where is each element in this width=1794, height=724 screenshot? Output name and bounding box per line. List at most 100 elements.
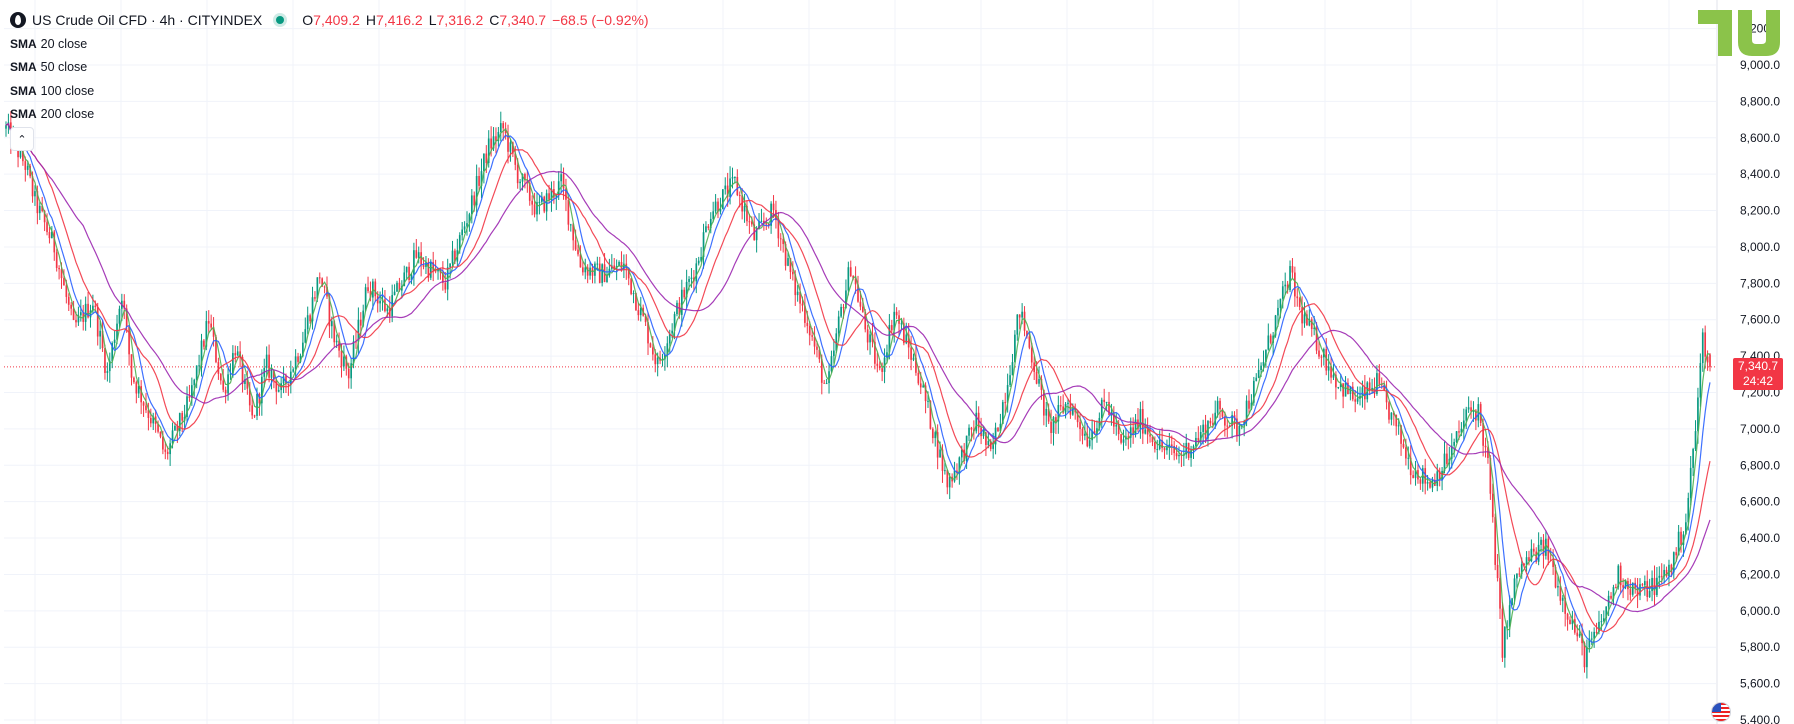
open-label: O <box>302 12 314 28</box>
low-label: L <box>428 12 437 28</box>
candle-body <box>38 205 41 214</box>
price-tick-label: 8,200.0 <box>1740 204 1780 218</box>
candle-body <box>772 203 775 211</box>
candle-body <box>1267 335 1270 350</box>
candle-body <box>396 282 398 292</box>
symbol-title[interactable]: US Crude Oil CFD · 4h · CITYINDEX <box>32 12 262 28</box>
candle-body <box>386 308 389 312</box>
candle-body <box>1576 632 1579 637</box>
candle-body <box>1540 539 1542 545</box>
candle-body <box>649 343 652 348</box>
indicator-sma-100[interactable]: SMA 100 close <box>10 79 649 103</box>
us-flag-icon[interactable] <box>1711 702 1731 722</box>
candle-body <box>130 354 133 378</box>
collapse-legend-button[interactable]: ⌃ <box>10 127 34 151</box>
price-tick-label: 9,000.0 <box>1740 58 1780 72</box>
candle-body <box>1680 531 1682 545</box>
candle-body <box>478 175 480 186</box>
candle-body <box>1050 421 1052 434</box>
tradingview-logo[interactable] <box>1698 10 1784 56</box>
price-tick-label: 5,400.0 <box>1740 713 1780 724</box>
candle-body <box>297 356 299 362</box>
candle-body <box>1154 442 1156 450</box>
candle-body <box>193 379 196 386</box>
candle-body <box>987 440 990 445</box>
indicator-sma-20[interactable]: SMA 20 close <box>10 32 649 56</box>
candle-body <box>1018 314 1021 318</box>
candle-body <box>5 125 7 129</box>
candle-body <box>1494 517 1497 565</box>
candle-body <box>823 382 826 384</box>
candle-body <box>1516 573 1518 579</box>
candle-body <box>1354 399 1357 402</box>
candle-body <box>721 189 724 209</box>
candle-body <box>133 377 135 383</box>
candle-body <box>734 177 736 179</box>
candle-body <box>1175 453 1178 457</box>
candle-body <box>485 153 488 164</box>
candle-body <box>919 383 922 388</box>
candle-body <box>1615 587 1617 589</box>
candle-body <box>1569 619 1571 625</box>
candle-body <box>1446 453 1448 464</box>
candle-body <box>1257 370 1260 378</box>
candle-body <box>1513 578 1516 599</box>
candlestick-series <box>5 111 1711 679</box>
candle-body <box>1139 408 1142 430</box>
candle-body <box>1402 443 1405 448</box>
candle-body <box>743 205 746 212</box>
high-label: H <box>365 12 376 28</box>
candle-body <box>683 289 686 298</box>
bar-countdown: 24:42 <box>1742 374 1774 388</box>
candle-body <box>676 302 678 315</box>
indicator-sma-50[interactable]: SMA 50 close <box>10 56 649 80</box>
candle-body <box>422 264 425 267</box>
candle-body <box>1356 398 1359 402</box>
candle-body <box>777 220 780 239</box>
candle-body <box>968 427 970 436</box>
candle-body <box>1134 419 1137 435</box>
candle-body <box>1467 407 1470 410</box>
candle-body <box>1465 409 1468 421</box>
candle-body <box>1337 387 1340 389</box>
candle-body <box>99 330 101 337</box>
candle-body <box>1590 638 1593 640</box>
candle-body <box>811 335 813 337</box>
candle-body <box>765 223 768 225</box>
indicator-kind: SMA <box>10 36 37 51</box>
candle-body <box>1648 591 1651 598</box>
candle-body <box>1100 399 1103 418</box>
symbol-header[interactable]: US Crude Oil CFD · 4h · CITYINDEX O 7,409… <box>10 8 649 32</box>
candle-body <box>1016 314 1019 335</box>
candle-body <box>145 405 147 411</box>
candle-body <box>159 431 162 437</box>
candle-body <box>26 166 29 170</box>
candle-body <box>837 316 840 334</box>
candle-body <box>601 264 604 283</box>
candle-body <box>1344 382 1347 397</box>
candle-body <box>1689 467 1692 498</box>
candle-body <box>878 365 881 369</box>
candle-body <box>997 427 999 432</box>
candle-body <box>1491 493 1494 518</box>
candle-body <box>637 310 640 316</box>
candle-body <box>198 365 200 367</box>
candle-body <box>538 201 541 203</box>
candle-body <box>306 315 309 330</box>
candle-body <box>1004 402 1007 404</box>
candle-body <box>724 185 727 190</box>
candle-body <box>1202 424 1204 433</box>
candle-body <box>420 252 422 265</box>
candle-body <box>890 325 893 331</box>
candle-body <box>900 323 903 325</box>
candle-body <box>1595 631 1598 633</box>
candle-body <box>224 389 227 394</box>
candle-body <box>543 196 546 212</box>
candle-body <box>1260 365 1262 371</box>
candle-body <box>1187 442 1190 458</box>
candle-body <box>931 428 934 439</box>
indicator-sma-200[interactable]: SMA 200 close <box>10 103 649 127</box>
candle-body <box>1262 361 1265 366</box>
candle-body <box>519 181 521 184</box>
candle-body <box>374 281 377 297</box>
